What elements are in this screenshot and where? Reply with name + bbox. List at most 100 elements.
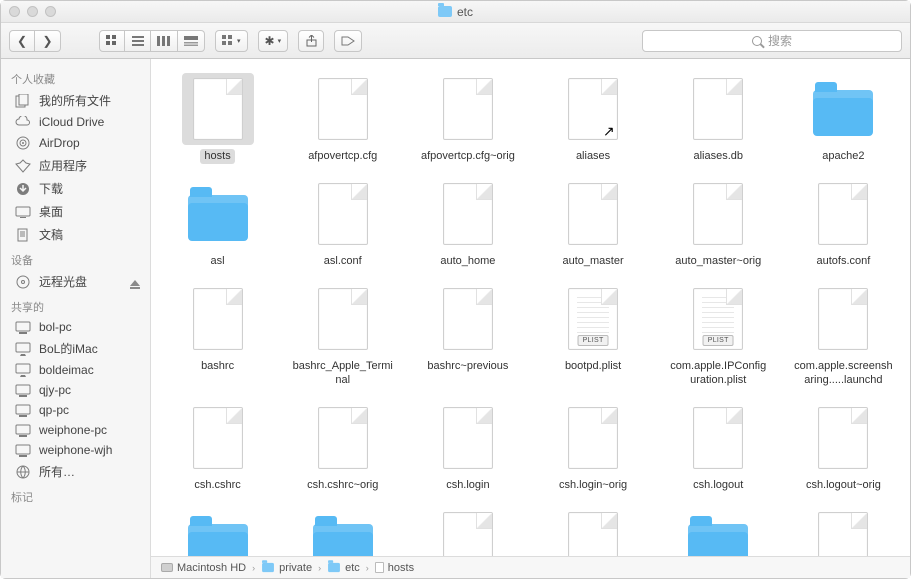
file-item[interactable] [155, 503, 280, 556]
path-segment[interactable]: hosts [375, 562, 414, 574]
sidebar-item[interactable]: AirDrop [1, 132, 150, 154]
path-bar: Macintosh HD›private›etc›hosts [151, 556, 910, 578]
sidebar-item[interactable]: 桌面 [1, 200, 150, 223]
file-label: hosts [200, 149, 234, 164]
file-item[interactable]: bashrc_Apple_Terminal [280, 279, 405, 397]
file-area[interactable]: hostsafpovertcp.cfgafpovertcp.cfg~orig↖a… [151, 59, 910, 556]
file-item[interactable] [405, 503, 530, 556]
file-item[interactable]: csh.cshrc [155, 398, 280, 503]
file-item[interactable]: afpovertcp.cfg [280, 69, 405, 174]
list-view-button[interactable] [125, 30, 151, 52]
file-icon [182, 283, 254, 355]
file-item[interactable]: hosts [155, 69, 280, 174]
file-label: asl [207, 254, 229, 269]
sidebar-item[interactable]: 我的所有文件 [1, 89, 150, 112]
file-item[interactable]: auto_master~orig [656, 174, 781, 279]
path-segment[interactable]: etc [327, 562, 360, 574]
search-field[interactable]: 搜索 [642, 30, 902, 52]
forward-button[interactable]: ❯ [35, 30, 61, 52]
file-icon [307, 283, 379, 355]
file-label: csh.login [442, 478, 493, 493]
file-item[interactable] [656, 503, 781, 556]
file-item[interactable]: ↖aliases [530, 69, 655, 174]
file-item[interactable]: csh.logout [656, 398, 781, 503]
file-item[interactable]: asl.conf [280, 174, 405, 279]
file-item[interactable]: csh.logout~orig [781, 398, 906, 503]
path-segment[interactable]: Macintosh HD [161, 562, 246, 574]
sidebar-item-label: weiphone-pc [39, 423, 107, 437]
file-icon [375, 562, 384, 573]
file-item[interactable] [781, 503, 906, 556]
icon-view-button[interactable] [99, 30, 125, 52]
window-title: etc [1, 5, 910, 19]
file-item[interactable]: autofs.conf [781, 174, 906, 279]
column-view-button[interactable] [151, 30, 178, 52]
sidebar-item[interactable]: 所有… [1, 460, 150, 483]
file-icon [807, 507, 879, 556]
path-segment[interactable]: private [261, 562, 312, 574]
file-item[interactable]: PLISTcom.apple.IPConfiguration.plist [656, 279, 781, 397]
sidebar-item[interactable]: 文稿 [1, 223, 150, 246]
file-icon [807, 283, 879, 355]
window-controls [9, 6, 56, 17]
folder-icon [307, 507, 379, 556]
file-item[interactable] [280, 503, 405, 556]
back-button[interactable]: ❮ [9, 30, 35, 52]
file-label: bootpd.plist [561, 359, 625, 374]
sidebar-item-label: iCloud Drive [39, 115, 104, 129]
share-button[interactable] [298, 30, 324, 52]
pc-icon [15, 424, 31, 437]
folder-icon [182, 507, 254, 556]
sidebar-item[interactable]: qp-pc [1, 400, 150, 420]
sidebar-item[interactable]: 下载 [1, 177, 150, 200]
close-button[interactable] [9, 6, 20, 17]
eject-icon[interactable] [130, 275, 140, 289]
folder-icon [328, 563, 340, 572]
action-button[interactable]: ✱▾ [258, 30, 289, 52]
sidebar[interactable]: 个人收藏我的所有文件iCloud DriveAirDrop应用程序下载桌面文稿设… [1, 59, 151, 578]
file-item[interactable]: csh.cshrc~orig [280, 398, 405, 503]
sidebar-item[interactable]: 远程光盘 [1, 270, 150, 293]
sidebar-item[interactable]: qjy-pc [1, 380, 150, 400]
file-item[interactable]: csh.login~orig [530, 398, 655, 503]
sidebar-item[interactable]: bol-pc [1, 317, 150, 337]
minimize-button[interactable] [27, 6, 38, 17]
file-item[interactable]: auto_home [405, 174, 530, 279]
folder-icon [807, 73, 879, 145]
sidebar-item-label: 文稿 [39, 226, 63, 243]
file-item[interactable]: auto_master [530, 174, 655, 279]
sidebar-item[interactable]: iCloud Drive [1, 112, 150, 132]
zoom-button[interactable] [45, 6, 56, 17]
file-item[interactable]: bashrc [155, 279, 280, 397]
file-item[interactable]: asl [155, 174, 280, 279]
gear-icon: ✱ [265, 34, 275, 48]
sidebar-item[interactable]: 应用程序 [1, 154, 150, 177]
file-item[interactable]: csh.login [405, 398, 530, 503]
file-item[interactable]: aliases.db [656, 69, 781, 174]
file-item[interactable]: PLISTbootpd.plist [530, 279, 655, 397]
search-icon [752, 36, 762, 46]
tags-button[interactable] [334, 30, 362, 52]
arrange-button[interactable]: ▾ [215, 30, 248, 52]
file-item[interactable]: afpovertcp.cfg~orig [405, 69, 530, 174]
file-icon [682, 402, 754, 474]
file-item[interactable] [530, 503, 655, 556]
chevron-right-icon: › [318, 563, 321, 573]
sidebar-item[interactable]: BoL的iMac [1, 337, 150, 360]
file-item[interactable]: apache2 [781, 69, 906, 174]
file-label: auto_home [436, 254, 499, 269]
file-icon: ↖ [557, 73, 629, 145]
file-label: com.apple.IPConfiguration.plist [663, 359, 773, 387]
file-item[interactable]: bashrc~previous [405, 279, 530, 397]
file-item[interactable]: com.apple.screensharing.....launchd [781, 279, 906, 397]
file-icon [557, 402, 629, 474]
coverflow-view-button[interactable] [178, 30, 205, 52]
pc-icon [15, 404, 31, 417]
file-icon [432, 283, 504, 355]
sidebar-item[interactable]: boldeimac [1, 360, 150, 380]
sidebar-item[interactable]: weiphone-wjh [1, 440, 150, 460]
title-text: etc [457, 5, 473, 19]
sidebar-item[interactable]: weiphone-pc [1, 420, 150, 440]
file-icon [682, 178, 754, 250]
nav-group: ❮ ❯ [9, 30, 61, 52]
